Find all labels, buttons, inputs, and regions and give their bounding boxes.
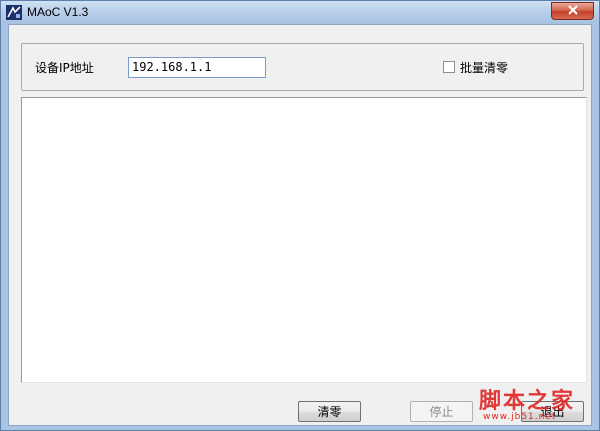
close-icon: [567, 4, 579, 18]
stop-button[interactable]: 停止: [410, 401, 473, 422]
device-ip-input[interactable]: 192.168.1.1: [128, 57, 266, 78]
device-ip-label: 设备IP地址: [35, 61, 94, 75]
close-button[interactable]: [551, 2, 594, 20]
log-output-area[interactable]: [21, 97, 587, 383]
title-bar[interactable]: MAoC V1.3: [1, 1, 599, 24]
site-watermark: 脚本之家: [479, 388, 576, 414]
client-area: 设备IP地址 192.168.1.1 批量清零 清零 停止 退出: [8, 24, 592, 426]
batch-clear-label[interactable]: 批量清零: [460, 59, 508, 76]
app-window: MAoC V1.3 设备IP地址 192.168.1.1 批量清零 清零 停止 …: [0, 0, 600, 431]
batch-clear-checkbox[interactable]: [443, 61, 455, 73]
device-settings-group: 设备IP地址 192.168.1.1 批量清零: [21, 43, 584, 91]
app-logo-icon: [6, 5, 22, 20]
site-watermark-url: www.jb51.net: [483, 412, 557, 422]
clear-button[interactable]: 清零: [298, 401, 361, 422]
window-title: MAoC V1.3: [27, 5, 89, 19]
